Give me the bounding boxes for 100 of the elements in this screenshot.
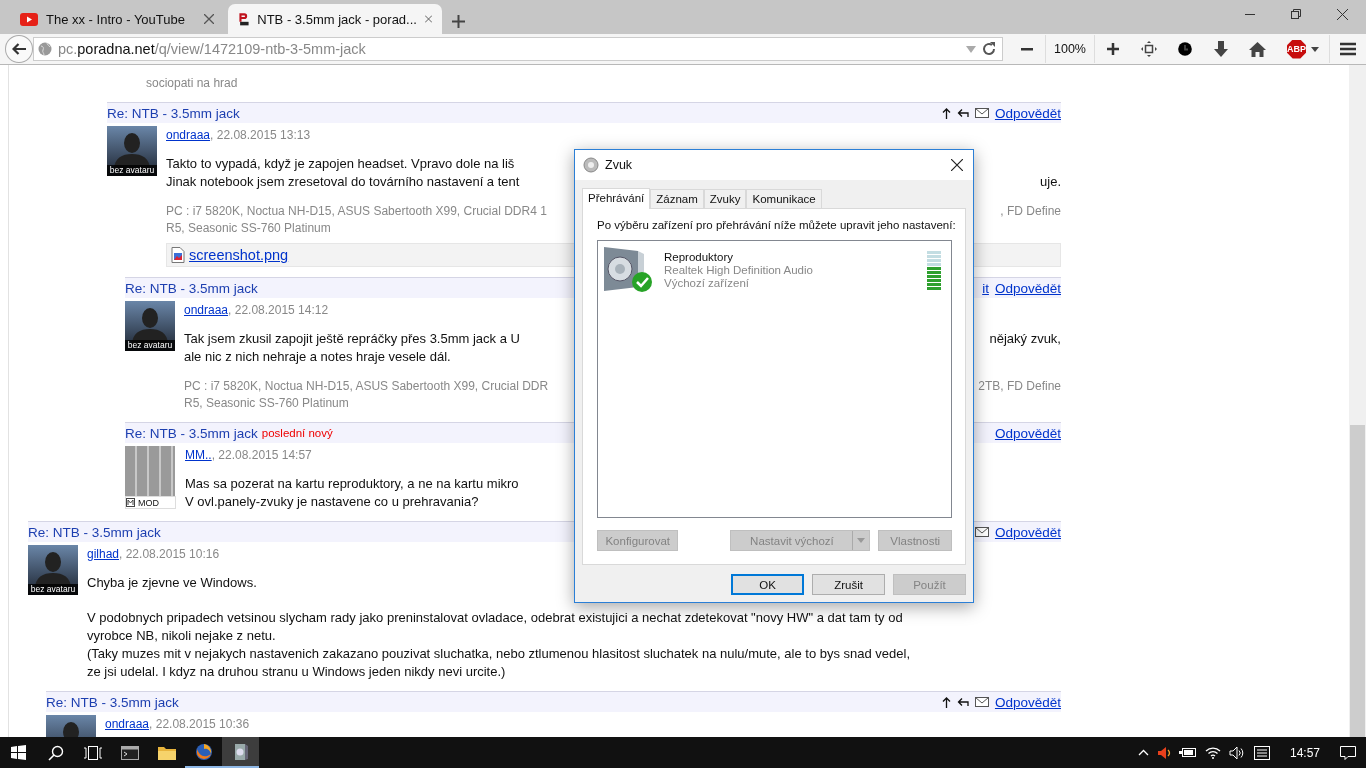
url-text[interactable]: pc.poradna.net/q/view/1472109-ntb-3-5mm-jack <box>57 41 960 57</box>
reload-icon[interactable] <box>982 42 996 56</box>
post-title[interactable]: Re: NTB - 3.5mm jack <box>46 694 179 710</box>
up-arrow-icon[interactable] <box>941 696 951 708</box>
scrollbar-thumb[interactable] <box>1350 425 1365 737</box>
post-title[interactable]: Re: NTB - 3.5mm jack <box>125 280 258 296</box>
text-line: Takto to vypadá, když je zapojen headset. Vpravo dole na liš <box>166 155 515 173</box>
wifi-icon[interactable] <box>1204 746 1221 759</box>
post-title[interactable]: Re: NTB - 3.5mm jack <box>125 425 258 441</box>
author-link[interactable]: gilhad <box>87 547 120 561</box>
avatar-caption: bez avataru <box>125 340 175 351</box>
fullscreen-icon[interactable] <box>1141 41 1157 57</box>
text-line: R5, Seasonic SS-760 Platinum <box>166 220 331 237</box>
adblock-button[interactable]: ABP <box>1287 39 1306 59</box>
text-line: PC : i7 5820K, Noctua NH-D15, ASUS Sabertooth X99, Crucial DDR <box>184 378 549 395</box>
home-icon[interactable] <box>1248 41 1266 57</box>
browser-tab[interactable]: The xx - Intro - YouTube <box>10 4 224 34</box>
chevron-up-icon[interactable] <box>1137 749 1149 756</box>
avatar-caption: bez avataru <box>107 165 157 176</box>
avatar-caption: bez avataru <box>28 584 78 595</box>
text-fragment: , FD Define <box>1000 203 1061 220</box>
envelope-icon[interactable] <box>974 527 989 537</box>
back-arrow-icon[interactable] <box>11 43 26 55</box>
back-button[interactable] <box>5 35 33 63</box>
reply-arrow-icon[interactable] <box>956 697 969 707</box>
text-line: ale nic z nich nehraje a notes hraje vesele dál. <box>184 348 451 366</box>
post-date: , 22.08.2015 10:16 <box>119 547 220 561</box>
browser-globe-icon <box>194 742 213 761</box>
site-logo-icon <box>238 10 250 28</box>
close-icon[interactable] <box>951 159 963 171</box>
text-line: V ovl.panely-zvuky je nastavene co u prehravania? <box>185 493 479 511</box>
device-status: Výchozí zařízení <box>664 277 750 290</box>
zoom-in-icon[interactable] <box>1107 43 1119 55</box>
text-line: ze jsi udelal. I kdyz na druhou stranu u Windows jeden nikdy nevi urcite.) <box>87 663 506 681</box>
post-date: , 22.08.2015 13:13 <box>210 128 311 142</box>
zoom-level[interactable]: 100% <box>1045 35 1095 63</box>
search-icon[interactable] <box>47 744 64 761</box>
text-fragment: uje. <box>1040 173 1061 191</box>
image-file-icon <box>171 247 185 263</box>
reply-link[interactable]: Odpovědět <box>994 524 1061 540</box>
plus-icon[interactable] <box>452 15 465 28</box>
moderator-icon <box>126 498 135 507</box>
post-title[interactable]: Re: NTB - 3.5mm jack <box>28 524 161 540</box>
reply-arrow-icon[interactable] <box>956 108 969 118</box>
taskbar-clock[interactable]: 14:57 <box>1277 745 1332 760</box>
text-fragment: 2TB, FD Define <box>978 378 1061 395</box>
reply-link[interactable]: Odpovědět <box>994 105 1061 121</box>
post-date: , 22.08.2015 14:57 <box>211 448 312 462</box>
notification-icon[interactable] <box>1340 745 1356 760</box>
text-line: PC : i7 5820K, Noctua NH-D15, ASUS Sabertooth X99, Crucial DDR4 1 <box>166 203 547 220</box>
text-line: Tak jsem zkusil zapojit ještě repráčky přes 3.5mm jack a U <box>184 330 520 348</box>
envelope-icon[interactable] <box>974 108 989 118</box>
text-fragment: nějaký zvuk, <box>989 330 1061 348</box>
moderator-label: MOD <box>138 497 159 508</box>
close-icon[interactable] <box>1337 9 1348 20</box>
taskbar-app[interactable] <box>222 737 259 768</box>
address-field[interactable]: pc.poradna.net/q/view/1472109-ntb-3-5mm-jack <box>32 37 1003 61</box>
folder-icon <box>157 745 176 760</box>
dialog-tab[interactable]: Záznam <box>650 189 704 208</box>
task-view-icon[interactable] <box>83 745 102 760</box>
device-item[interactable]: Reproduktory Realtek High Definition Audio Výchozí zařízení <box>602 245 947 293</box>
signature-text: sociopati na hrad <box>146 75 239 92</box>
dialog-tab[interactable]: Zvuky <box>703 189 747 208</box>
volume-icon[interactable] <box>1228 745 1246 760</box>
download-icon[interactable] <box>1214 41 1228 57</box>
reply-link[interactable]: Odpovědět <box>994 425 1061 441</box>
link-fragment[interactable]: it <box>982 280 989 296</box>
text-line: Chyba je zjevne ve Windows. <box>87 574 257 592</box>
text-line: Mas sa pozerat na kartu reproduktory, a ne na kartu mikro <box>185 475 519 493</box>
speaker-icon <box>232 742 249 761</box>
reply-link[interactable]: Odpovědět <box>994 280 1061 296</box>
clock-icon[interactable] <box>1177 41 1193 57</box>
post-title[interactable]: Re: NTB - 3.5mm jack <box>107 105 240 121</box>
windows-logo-icon[interactable] <box>11 745 26 760</box>
new-post-label: poslední nový <box>261 427 333 439</box>
attachment-link[interactable]: screenshot.png <box>189 247 289 263</box>
battery-icon[interactable] <box>1178 747 1197 758</box>
browser-tab[interactable]: NTB - 3.5mm jack - porad... <box>228 4 442 34</box>
envelope-icon[interactable] <box>974 697 989 707</box>
scrollbar[interactable] <box>1349 65 1366 738</box>
terminal-icon <box>120 745 139 760</box>
caret-icon[interactable] <box>1311 46 1319 52</box>
up-arrow-icon[interactable] <box>941 107 951 119</box>
text-line: R5, Seasonic SS-760 Platinum <box>184 395 349 412</box>
dialog-button[interactable]: Zrušit <box>812 574 885 595</box>
menu-icon[interactable] <box>1340 42 1356 56</box>
dialog-button[interactable]: OK <box>731 574 804 595</box>
photo-placeholder <box>125 446 175 496</box>
reply-link[interactable]: Odpovědět <box>994 694 1061 710</box>
speaker-icon <box>583 157 599 173</box>
dialog-tab[interactable]: Přehrávání <box>582 188 651 209</box>
video-play-icon <box>20 12 38 26</box>
author-link[interactable]: MM.. <box>185 448 212 462</box>
text-line: vyrobce NB, nikoli nejake z netu. <box>87 627 276 645</box>
speaker-icon[interactable] <box>1156 745 1171 760</box>
text-line: (Taky muzes mit v nejakych nastavenich zakazano pouzivat sluchatka, nebo ztlumenou hlasitost sluchatek na nulu/mute, ale to bys snad vedel, <box>87 645 911 663</box>
zoom-out-icon[interactable] <box>1021 47 1033 51</box>
dialog-tab[interactable]: Komunikace <box>746 189 822 208</box>
restore-icon[interactable] <box>1291 9 1301 19</box>
dialog-title: Zvuk <box>605 158 634 172</box>
